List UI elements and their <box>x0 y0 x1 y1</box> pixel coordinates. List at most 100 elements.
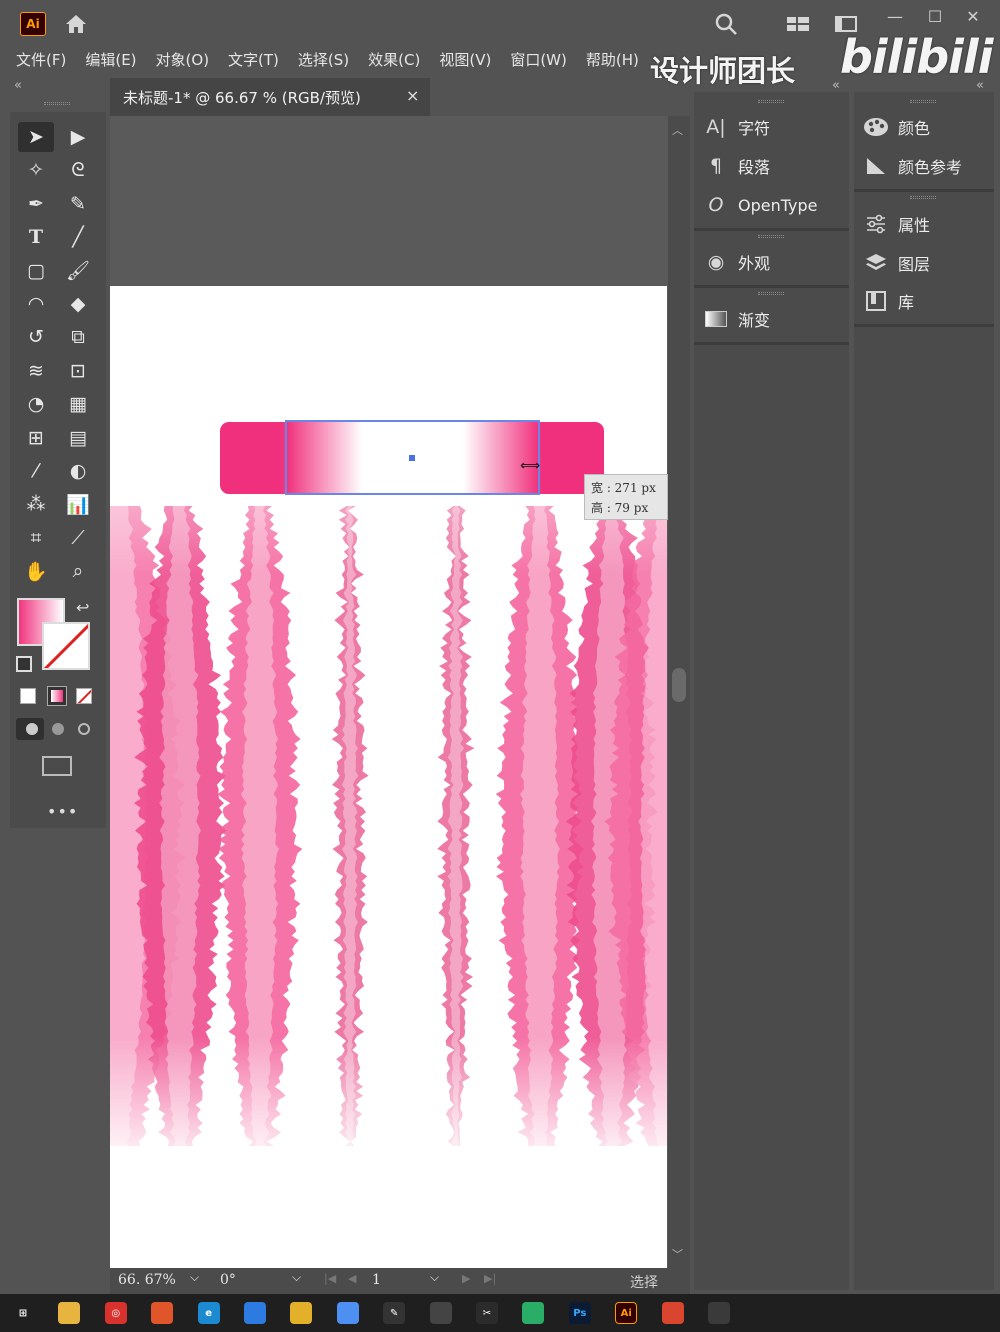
search-icon[interactable] <box>712 10 740 38</box>
artboard-dropdown-icon[interactable]: ⌵ <box>430 1270 439 1285</box>
menu-view[interactable]: 视图(V) <box>439 49 491 70</box>
gradient-mode-icon[interactable] <box>47 686 67 706</box>
rotation-value[interactable]: 0° <box>220 1272 236 1288</box>
previous-artboard-icon[interactable]: ◀ <box>348 1272 356 1285</box>
draw-behind-icon[interactable] <box>52 723 64 735</box>
panel-properties[interactable]: 属性 <box>854 205 994 243</box>
mesh-tool-icon[interactable]: ⊞ <box>18 423 54 453</box>
color-mode-icon[interactable] <box>20 688 36 704</box>
capcut-icon[interactable]: ✂ <box>476 1302 498 1324</box>
eyedropper-tool-icon[interactable]: ⁄ <box>18 456 54 486</box>
panel-paragraph[interactable]: ¶ 段落 <box>694 147 849 185</box>
status-mode[interactable]: 选择 <box>630 1272 658 1292</box>
hand-tool-icon[interactable]: ✋ <box>18 556 54 586</box>
close-icon[interactable]: ✕ <box>958 4 988 28</box>
panel-collapse-mid-icon[interactable]: « <box>832 78 840 93</box>
symbol-sprayer-tool-icon[interactable]: ⁂ <box>18 489 54 519</box>
paintbrush-tool-icon[interactable]: 🖌 <box>60 256 96 286</box>
zoom-tool-icon[interactable]: ⌕ <box>60 556 96 586</box>
panel-grip[interactable] <box>758 292 784 295</box>
panel-color-guide[interactable]: 颜色参考 <box>854 147 994 185</box>
document-tab[interactable]: 未标题-1* @ 66.67 % (RGB/预览) × <box>110 78 430 116</box>
panel-grip[interactable] <box>758 100 784 103</box>
panel-grip[interactable] <box>910 196 936 199</box>
illustrator-icon[interactable]: Ai <box>615 1302 638 1324</box>
photoshop-icon[interactable]: Ps <box>568 1302 591 1324</box>
minimize-icon[interactable]: — <box>880 4 910 28</box>
eraser-tool-icon[interactable]: ◆ <box>60 289 96 319</box>
zoom-level[interactable]: 66. 67% <box>118 1272 176 1288</box>
menu-file[interactable]: 文件(F) <box>16 49 66 70</box>
draw-inside-icon[interactable] <box>78 723 90 735</box>
rotation-dropdown-icon[interactable]: ⌵ <box>292 1270 301 1285</box>
wechat-icon[interactable] <box>522 1302 545 1324</box>
close-tab-icon[interactable]: × <box>406 86 419 105</box>
panel-appearance[interactable]: ◉ 外观 <box>694 243 849 281</box>
recorder-icon[interactable] <box>708 1302 730 1324</box>
edit-toolbar-icon[interactable]: ••• <box>47 802 78 821</box>
scroll-thumb[interactable] <box>672 668 686 702</box>
chrome-2-icon[interactable] <box>661 1302 684 1324</box>
stroke-swatch[interactable] <box>42 622 90 670</box>
scale-tool-icon[interactable]: ⧉ <box>60 322 96 352</box>
storage-app-icon[interactable] <box>429 1302 452 1324</box>
default-fill-stroke-icon[interactable] <box>16 656 32 672</box>
menu-help[interactable]: 帮助(H) <box>586 49 639 70</box>
next-artboard-icon[interactable]: ▶ <box>462 1272 470 1285</box>
curvature-tool-icon[interactable]: ✎ <box>60 189 96 219</box>
maximize-icon[interactable]: ☐ <box>920 4 950 28</box>
panel-libraries[interactable]: 库 <box>854 282 994 320</box>
blend-tool-icon[interactable]: ◐ <box>60 456 96 486</box>
shape-builder-tool-icon[interactable]: ◔ <box>18 389 54 419</box>
last-artboard-icon[interactable]: ▶| <box>484 1272 496 1285</box>
perspective-grid-tool-icon[interactable]: ▦ <box>60 389 96 419</box>
toolbar-collapse-icon[interactable]: « <box>14 78 22 93</box>
direct-selection-tool-icon[interactable]: ▶ <box>60 122 96 152</box>
browser-icon[interactable] <box>336 1302 359 1324</box>
app-blue-icon[interactable] <box>244 1302 266 1324</box>
line-segment-tool-icon[interactable]: ╱ <box>60 222 96 252</box>
toolbar-grip[interactable] <box>44 102 70 105</box>
zoom-dropdown-icon[interactable]: ⌵ <box>190 1270 199 1285</box>
workspace-switcher-icon[interactable] <box>784 12 812 36</box>
scroll-up-icon[interactable]: ︿ <box>672 122 683 138</box>
menu-window[interactable]: 窗口(W) <box>510 49 567 70</box>
shaper-tool-icon[interactable]: ◠ <box>18 289 54 319</box>
panel-collapse-right-icon[interactable]: « <box>976 78 984 93</box>
pen-tool-icon[interactable]: ✒ <box>18 189 54 219</box>
artboard-tool-icon[interactable]: ⌗ <box>18 523 54 553</box>
menu-effect[interactable]: 效果(C) <box>368 49 420 70</box>
panel-grip[interactable] <box>758 235 784 238</box>
panel-character[interactable]: A| 字符 <box>694 108 849 146</box>
first-artboard-icon[interactable]: |◀ <box>324 1272 336 1285</box>
swap-fill-stroke-icon[interactable]: ↩ <box>76 598 89 617</box>
magic-wand-tool-icon[interactable]: ✧ <box>18 155 54 185</box>
artboard[interactable]: ⟺ <box>110 286 667 1268</box>
rectangle-tool-icon[interactable]: ▢ <box>18 256 54 286</box>
menu-object[interactable]: 对象(O) <box>156 49 210 70</box>
panel-opentype[interactable]: O OpenType <box>694 186 849 224</box>
free-transform-tool-icon[interactable]: ⊡ <box>60 356 96 386</box>
screen-mode-icon[interactable] <box>42 756 72 776</box>
file-explorer-icon[interactable] <box>58 1302 81 1324</box>
selection-tool-icon[interactable]: ➤ <box>18 122 54 152</box>
warp-tool-icon[interactable]: ≋ <box>18 356 54 386</box>
windows-start-icon[interactable]: ⊞ <box>12 1302 34 1324</box>
type-tool-icon[interactable]: T <box>18 222 54 252</box>
gradient-tool-icon[interactable]: ▤ <box>60 423 96 453</box>
office-icon[interactable] <box>151 1302 174 1324</box>
column-graph-tool-icon[interactable]: 📊 <box>60 489 96 519</box>
home-icon[interactable] <box>62 10 90 38</box>
lasso-tool-icon[interactable]: ᘓ <box>60 155 96 185</box>
panel-layers[interactable]: 图层 <box>854 244 994 282</box>
artboard-number[interactable]: 1 <box>372 1272 381 1288</box>
edge-icon[interactable]: e <box>197 1302 220 1324</box>
panel-color[interactable]: 颜色 <box>854 108 994 146</box>
none-mode-icon[interactable] <box>76 688 92 704</box>
slice-tool-icon[interactable]: ⟋ <box>60 523 96 553</box>
pen-app-icon[interactable]: ✎ <box>383 1302 406 1324</box>
panel-grip[interactable] <box>910 100 936 103</box>
scroll-down-icon[interactable]: ﹀ <box>672 1246 683 1262</box>
chrome-icon[interactable] <box>290 1302 313 1324</box>
netease-music-icon[interactable]: ◎ <box>104 1302 127 1324</box>
